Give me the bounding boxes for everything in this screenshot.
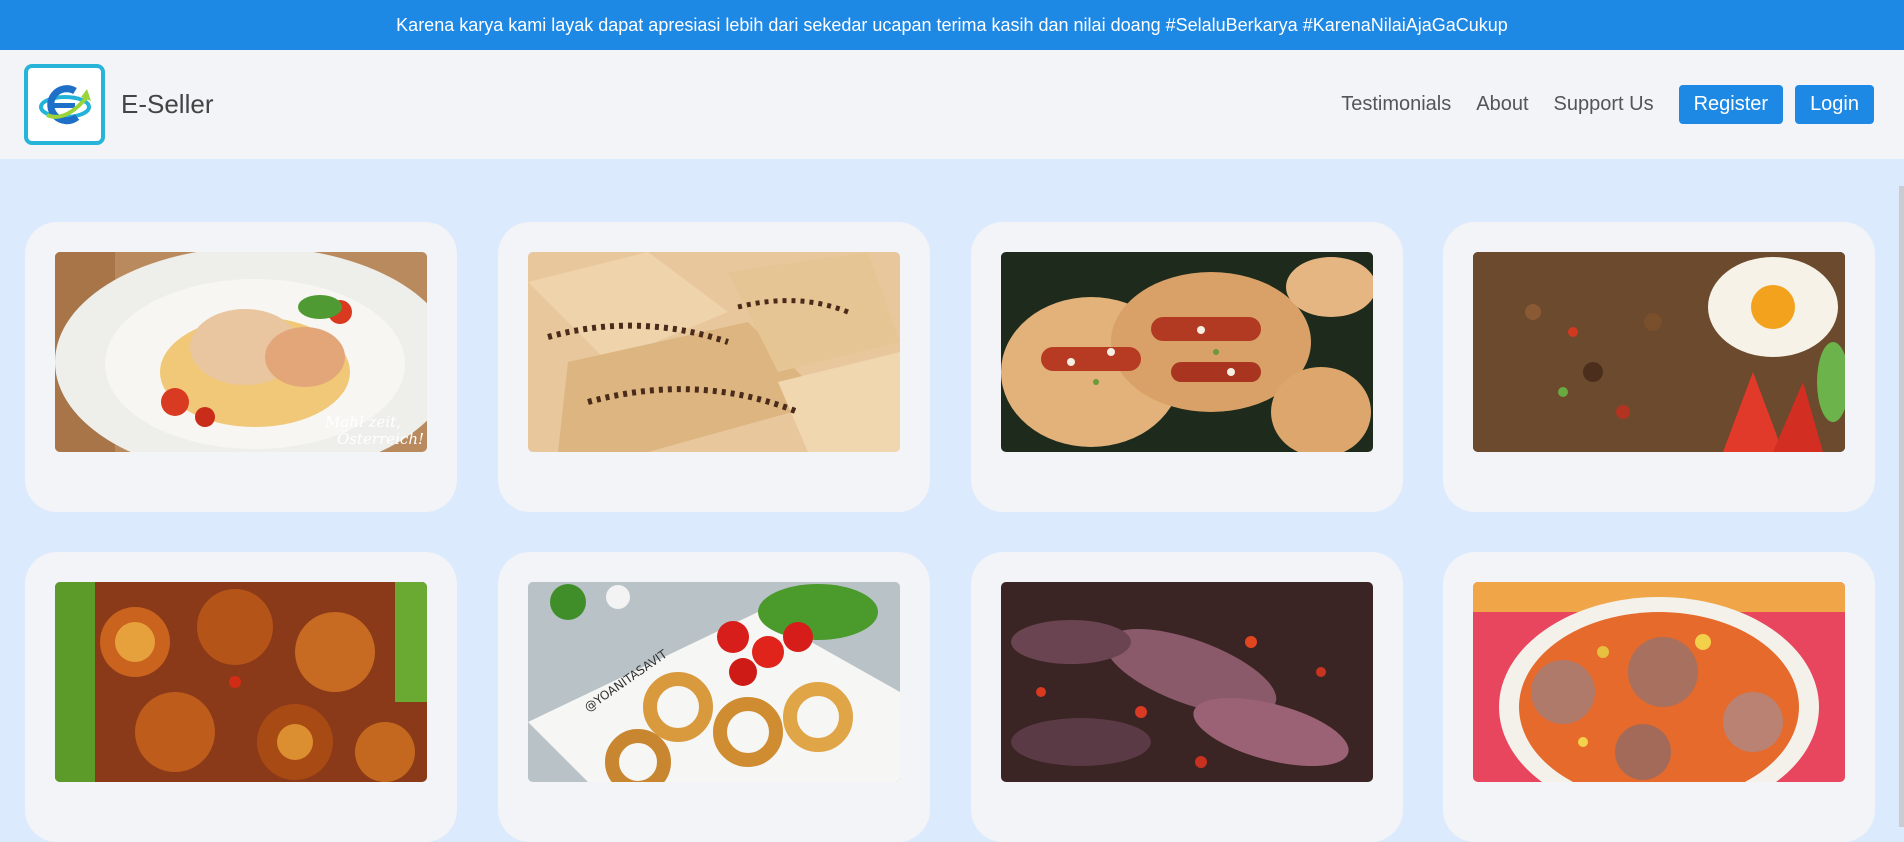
product-card[interactable] (1443, 222, 1875, 512)
login-button[interactable]: Login (1795, 85, 1874, 124)
brand[interactable]: E-Seller (24, 64, 213, 145)
meatball-soup-bowl-photo[interactable] (1473, 582, 1845, 782)
product-card[interactable] (1443, 552, 1875, 842)
nav-link-about[interactable]: About (1476, 93, 1528, 116)
onion-rings-tomatoes-photo[interactable]: @YOANITASAVIT (528, 582, 900, 782)
crepes-chocolate-sprinkles-photo[interactable] (528, 252, 900, 452)
announcement-bar: Karena karya kami layak dapat apresiasi … (0, 0, 1904, 50)
scrollbar[interactable] (1899, 186, 1904, 827)
squid-ink-stew-photo[interactable] (1001, 582, 1373, 782)
navbar: E-Seller Testimonials About Support Us R… (0, 50, 1904, 159)
product-card[interactable] (25, 552, 457, 842)
product-card[interactable]: Mahl zeit, Österreich! (25, 222, 457, 512)
nav-link-testimonials[interactable]: Testimonials (1341, 93, 1451, 116)
e-seller-logo-icon[interactable] (24, 64, 105, 145)
grilled-chicken-pasta-photo[interactable]: Mahl zeit, Österreich! (55, 252, 427, 452)
svg-text:Österreich!: Österreich! (337, 430, 424, 448)
svg-text:Mahl zeit,: Mahl zeit, (324, 413, 401, 431)
product-card[interactable]: @YOANITASAVIT (498, 552, 930, 842)
product-card[interactable] (971, 552, 1403, 842)
register-button[interactable]: Register (1678, 85, 1784, 124)
nav-link-support-us[interactable]: Support Us (1554, 93, 1654, 116)
sausage-bread-rolls-photo[interactable] (1001, 252, 1373, 452)
nav-menu: Testimonials About Support Us Register L… (1341, 85, 1874, 124)
spicy-shrimp-photo[interactable] (55, 582, 427, 782)
product-card[interactable] (498, 222, 930, 512)
brand-name[interactable]: E-Seller (121, 89, 213, 120)
fried-rice-egg-photo[interactable] (1473, 252, 1845, 452)
announcement-text: Karena karya kami layak dapat apresiasi … (396, 14, 1508, 35)
product-card[interactable] (971, 222, 1403, 512)
